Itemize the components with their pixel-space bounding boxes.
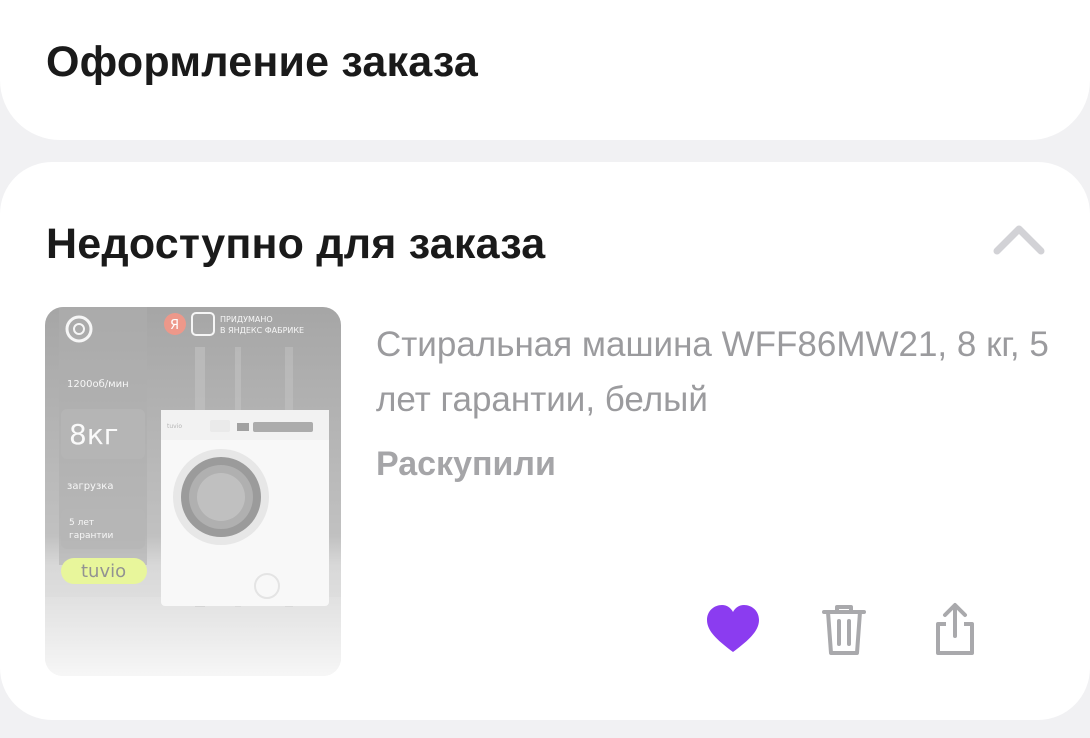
brand-badge: tuvio — [81, 561, 126, 582]
spec-load-label: загрузка — [67, 481, 113, 492]
product-name[interactable]: Стиральная машина WFF86MW21, 8 кг, 5 лет… — [376, 317, 1056, 427]
trash-icon — [822, 605, 866, 655]
spec-load-value: 8кг — [69, 418, 118, 451]
delete-button[interactable] — [814, 600, 874, 660]
chevron-up-icon[interactable] — [992, 220, 1046, 260]
heart-icon — [707, 605, 759, 652]
badge-line2: В ЯНДЕКС ФАБРИКЕ — [220, 326, 304, 335]
status-label: Раскупили — [376, 445, 556, 483]
spec-warranty-line2: гарантии — [69, 531, 113, 541]
product-image[interactable]: 1200об/мин 8кг загрузка 5 лет гарантии t… — [45, 307, 341, 676]
spec-warranty-line1: 5 лет — [69, 518, 94, 528]
section-title: Недоступно для заказа — [46, 220, 546, 268]
favorite-button[interactable] — [703, 600, 763, 660]
share-icon — [936, 603, 974, 655]
unavailable-section: Недоступно для заказа 1200об/мин 8кг заг… — [0, 162, 1090, 720]
yandex-logo: Я — [170, 318, 179, 333]
badge-line1: ПРИДУМАНО — [220, 315, 273, 324]
spec-speed: 1200об/мин — [67, 379, 129, 390]
checkout-header: Оформление заказа — [0, 0, 1090, 140]
page-title: Оформление заказа — [46, 38, 479, 86]
machine-brand: tuvio — [167, 423, 182, 430]
share-button[interactable] — [925, 600, 985, 660]
